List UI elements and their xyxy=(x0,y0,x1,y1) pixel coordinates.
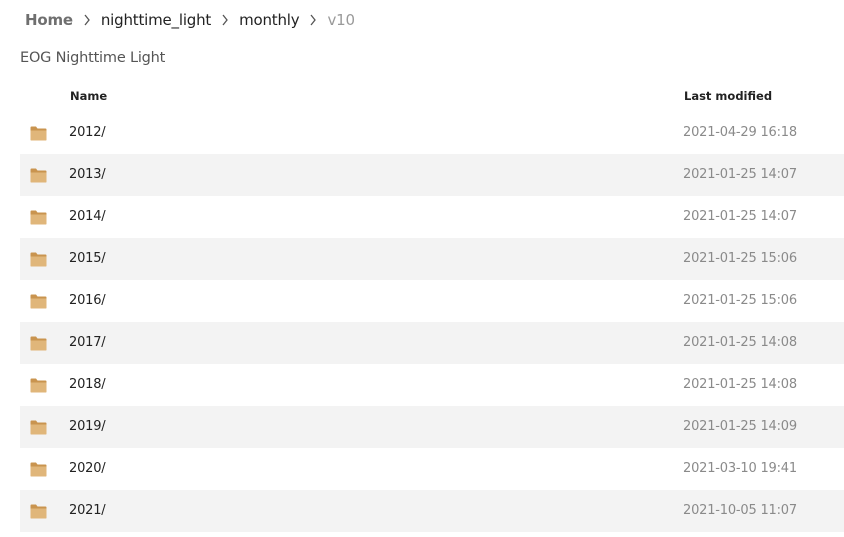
folder-link[interactable]: 2017/ xyxy=(69,335,106,350)
last-modified-value: 2021-04-29 16:18 xyxy=(683,125,797,140)
folder-icon xyxy=(30,461,47,477)
folder-link[interactable]: 2021/ xyxy=(69,503,106,518)
column-header-name[interactable]: Name xyxy=(70,89,107,103)
folder-icon xyxy=(30,167,47,183)
table-row[interactable]: 2015/2021-01-25 15:06 xyxy=(20,238,844,280)
folder-icon xyxy=(30,251,47,267)
folder-link[interactable]: 2016/ xyxy=(69,293,106,308)
table-row[interactable]: 2014/2021-01-25 14:07 xyxy=(20,196,844,238)
folder-link[interactable]: 2018/ xyxy=(69,377,106,392)
table-row[interactable]: 2013/2021-01-25 14:07 xyxy=(20,154,844,196)
folder-link[interactable]: 2013/ xyxy=(69,167,106,182)
folder-icon xyxy=(30,209,47,225)
last-modified-value: 2021-03-10 19:41 xyxy=(683,461,797,476)
table-row[interactable]: 2020/2021-03-10 19:41 xyxy=(20,448,844,490)
table-body: 2012/2021-04-29 16:18 2013/2021-01-25 14:… xyxy=(20,112,844,532)
table-row[interactable]: 2012/2021-04-29 16:18 xyxy=(20,112,844,154)
chevron-right-icon xyxy=(211,13,239,28)
folder-icon xyxy=(30,503,47,519)
folder-link[interactable]: 2019/ xyxy=(69,419,106,434)
folder-icon xyxy=(30,125,47,141)
folder-icon xyxy=(30,335,47,351)
folder-icon xyxy=(30,419,47,435)
table-header: Name Last modified xyxy=(20,84,844,112)
breadcrumb-nighttime-light[interactable]: nighttime_light xyxy=(101,11,211,29)
page-title: EOG Nighttime Light xyxy=(20,50,166,66)
breadcrumb-home[interactable]: Home xyxy=(25,11,73,29)
breadcrumb-monthly[interactable]: monthly xyxy=(239,11,300,29)
folder-link[interactable]: 2012/ xyxy=(69,125,106,140)
last-modified-value: 2021-01-25 14:07 xyxy=(683,167,797,182)
table-row[interactable]: 2016/2021-01-25 15:06 xyxy=(20,280,844,322)
folder-icon xyxy=(30,293,47,309)
file-table: Name Last modified 2012/2021-04-29 16:18… xyxy=(20,84,844,532)
last-modified-value: 2021-01-25 14:08 xyxy=(683,335,797,350)
column-header-last-modified[interactable]: Last modified xyxy=(684,89,772,103)
folder-link[interactable]: 2020/ xyxy=(69,461,106,476)
chevron-right-icon xyxy=(73,13,101,28)
last-modified-value: 2021-01-25 15:06 xyxy=(683,251,797,266)
folder-icon xyxy=(30,377,47,393)
last-modified-value: 2021-01-25 14:08 xyxy=(683,377,797,392)
table-row[interactable]: 2019/2021-01-25 14:09 xyxy=(20,406,844,448)
table-row[interactable]: 2017/2021-01-25 14:08 xyxy=(20,322,844,364)
folder-link[interactable]: 2015/ xyxy=(69,251,106,266)
last-modified-value: 2021-10-05 11:07 xyxy=(683,503,797,518)
last-modified-value: 2021-01-25 14:09 xyxy=(683,419,797,434)
folder-link[interactable]: 2014/ xyxy=(69,209,106,224)
breadcrumb: Home nighttime_light monthly v10 xyxy=(25,8,355,32)
last-modified-value: 2021-01-25 14:07 xyxy=(683,209,797,224)
table-row[interactable]: 2021/2021-10-05 11:07 xyxy=(20,490,844,532)
breadcrumb-current: v10 xyxy=(327,11,355,29)
last-modified-value: 2021-01-25 15:06 xyxy=(683,293,797,308)
chevron-right-icon xyxy=(299,13,327,28)
table-row[interactable]: 2018/2021-01-25 14:08 xyxy=(20,364,844,406)
